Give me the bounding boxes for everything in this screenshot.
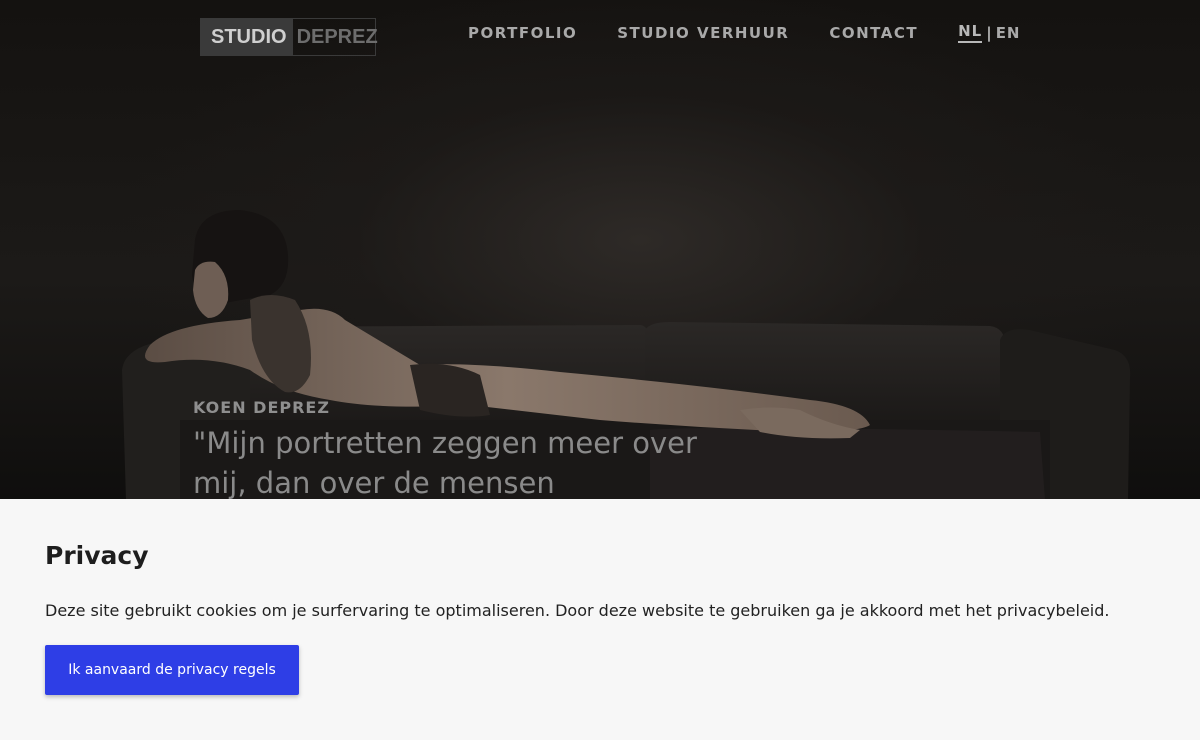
language-switcher: NL | EN [958,22,1020,43]
nav-portfolio[interactable]: PORTFOLIO [468,24,577,42]
lang-en[interactable]: EN [996,24,1021,42]
hero-caption: KOEN DEPREZ "Mijn portretten zeggen meer… [193,398,713,500]
privacy-banner: Privacy Deze site gebruikt cookies om je… [0,499,1200,740]
photographer-name: KOEN DEPREZ [193,398,330,417]
hero-quote: "Mijn portretten zeggen meer over mij, d… [193,426,697,500]
accept-privacy-button[interactable]: Ik aanvaard de privacy regels [45,645,299,695]
nav-contact[interactable]: CONTACT [829,24,918,42]
logo[interactable]: STUDIO DEPREZ [200,18,378,56]
lang-nl[interactable]: NL [958,22,983,43]
lang-separator: | [986,23,992,42]
nav-studio-verhuur[interactable]: STUDIO VERHUUR [617,24,789,42]
logo-deprez: DEPREZ [296,26,378,48]
logo-studio: STUDIO [201,19,293,55]
privacy-title: Privacy [45,541,149,570]
privacy-text: Deze site gebruikt cookies om je surferv… [45,601,1110,620]
main-nav: PORTFOLIO STUDIO VERHUUR CONTACT NL | EN [468,22,1021,43]
hero-section: STUDIO DEPREZ PORTFOLIO STUDIO VERHUUR C… [0,0,1200,500]
